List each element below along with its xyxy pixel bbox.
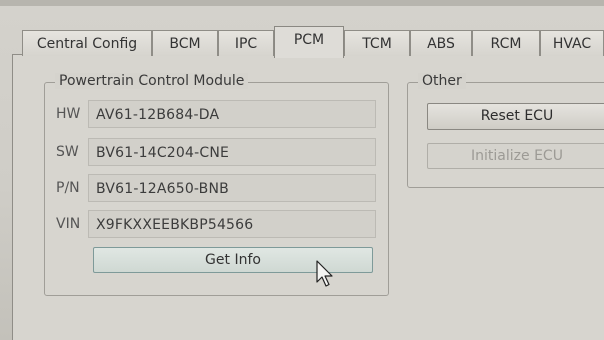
- sw-field: BV61-14C204-CNE: [88, 138, 376, 166]
- reset-ecu-button[interactable]: Reset ECU: [427, 103, 604, 130]
- initialize-ecu-button: Initialize ECU: [427, 143, 604, 169]
- tab-ipc[interactable]: IPC: [218, 30, 274, 56]
- tab-tcm[interactable]: TCM: [344, 30, 410, 56]
- app-window: Central Config BCM IPC PCM TCM ABS RCM H…: [0, 0, 604, 340]
- hw-label: HW: [56, 106, 81, 122]
- tab-strip: Central Config BCM IPC PCM TCM ABS RCM H…: [22, 26, 604, 58]
- tab-central-config[interactable]: Central Config: [22, 30, 152, 56]
- other-group-title: Other: [418, 73, 466, 89]
- vin-field: X9FKXXEEBKBP54566: [88, 210, 376, 238]
- mouse-pointer-icon: [316, 260, 333, 287]
- sw-label: SW: [56, 144, 79, 160]
- tab-hvac[interactable]: HVAC: [540, 30, 604, 56]
- tab-rcm[interactable]: RCM: [472, 30, 540, 56]
- hw-field: AV61-12B684-DA: [88, 100, 376, 128]
- pn-field: BV61-12A650-BNB: [88, 174, 376, 202]
- window-top-edge: [0, 0, 604, 6]
- other-groupbox: Other: [407, 73, 604, 188]
- tab-pcm[interactable]: PCM: [274, 26, 344, 58]
- tab-abs[interactable]: ABS: [410, 30, 472, 56]
- pcm-group-title: Powertrain Control Module: [55, 73, 249, 89]
- vin-label: VIN: [56, 216, 81, 232]
- tab-bcm[interactable]: BCM: [152, 30, 218, 56]
- pn-label: P/N: [56, 180, 80, 196]
